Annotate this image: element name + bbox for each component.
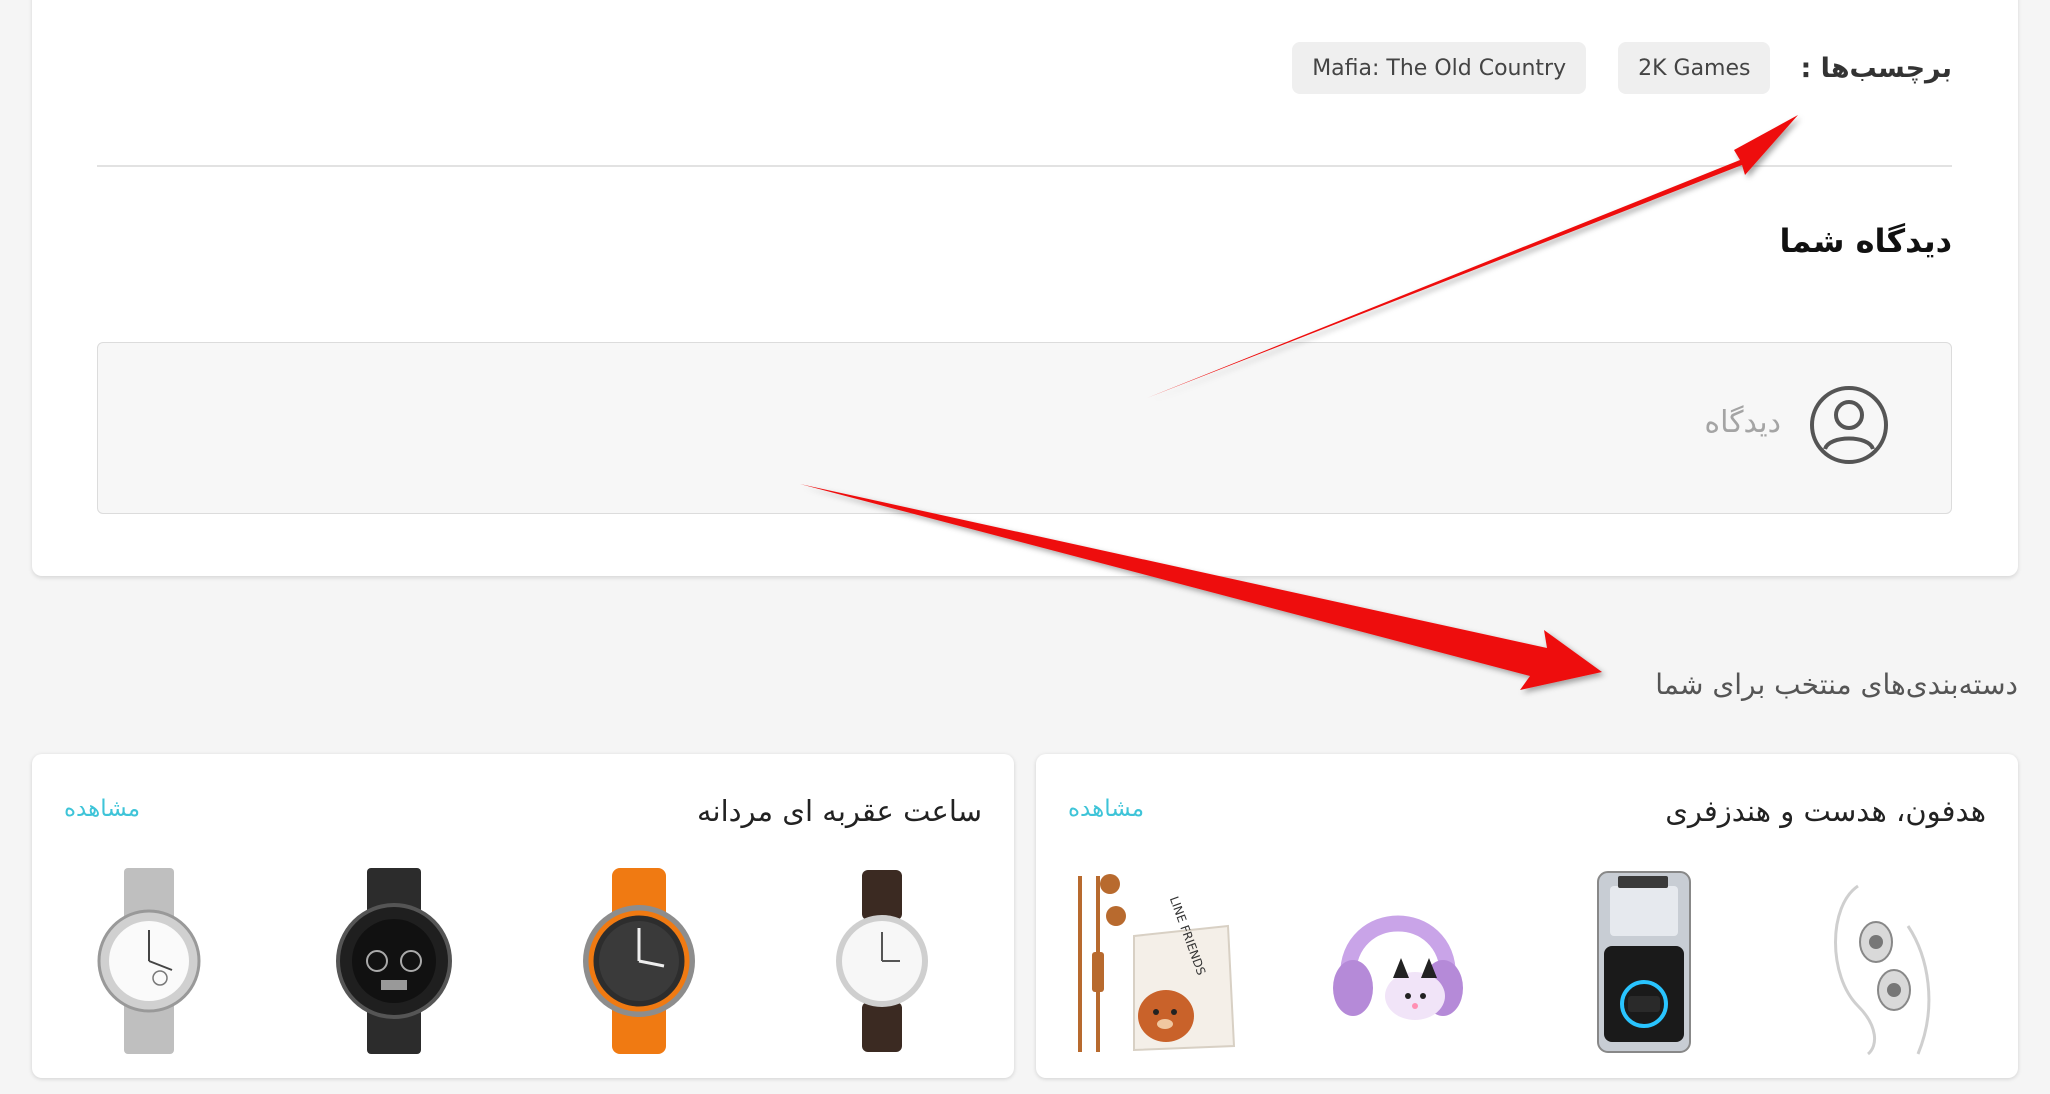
product-earphones-pouch[interactable]: LINE FRIENDS [1068, 866, 1238, 1056]
user-avatar-icon [1809, 385, 1889, 465]
kids-headphones-image [1333, 915, 1463, 1020]
product-watch-silver[interactable] [64, 866, 234, 1056]
tag-2k-games[interactable]: 2K Games [1618, 42, 1771, 94]
watch-orange-image [583, 868, 695, 1054]
category-card-watches: ساعت عقربه ای مردانه مشاهده [32, 754, 1014, 1078]
page: برچسب‌ها : 2K Games Mafia: The Old Count… [0, 0, 2050, 1094]
picks-title: دسته‌بندی‌های منتخب برای شما [1655, 668, 2018, 701]
product-gaming-earbuds[interactable] [1558, 866, 1728, 1056]
tags-row: برچسب‌ها : 2K Games Mafia: The Old Count… [1260, 42, 1952, 94]
product-watch-leather[interactable] [794, 866, 964, 1056]
watch-black-image [336, 868, 452, 1054]
earphones-image [1834, 884, 1931, 1056]
product-earphones-silver[interactable] [1798, 866, 1968, 1056]
watch-leather-image [836, 870, 928, 1052]
tags-label: برچسب‌ها : [1800, 52, 1952, 84]
comment-placeholder: دیدگاه [1704, 405, 1781, 440]
category-view-link[interactable]: مشاهده [1068, 796, 1144, 822]
earbuds-case-image [1597, 871, 1691, 1053]
earphones-pouch-image: LINE FRIENDS [1078, 874, 1236, 1052]
watch-silver-image [97, 868, 201, 1054]
product-list [32, 866, 1014, 1056]
category-title: ساعت عقربه ای مردانه [696, 794, 982, 828]
divider [97, 165, 1952, 167]
category-title: هدفون، هدست و هندزفری [1665, 794, 1986, 828]
product-list: LINE FRIENDS [1036, 866, 2018, 1056]
tag-mafia-old-country[interactable]: Mafia: The Old Country [1292, 42, 1587, 94]
post-footer-card: برچسب‌ها : 2K Games Mafia: The Old Count… [32, 0, 2018, 576]
product-kids-headphones[interactable] [1313, 866, 1483, 1056]
comment-input-box[interactable]: دیدگاه [97, 342, 1952, 514]
product-watch-black[interactable] [309, 866, 479, 1056]
category-card-headphones: هدفون، هدست و هندزفری مشاهده LINE FRIEND… [1036, 754, 2018, 1078]
product-watch-orange[interactable] [554, 866, 724, 1056]
comments-title: دیدگاه شما [1779, 222, 1952, 260]
category-view-link[interactable]: مشاهده [64, 796, 140, 822]
